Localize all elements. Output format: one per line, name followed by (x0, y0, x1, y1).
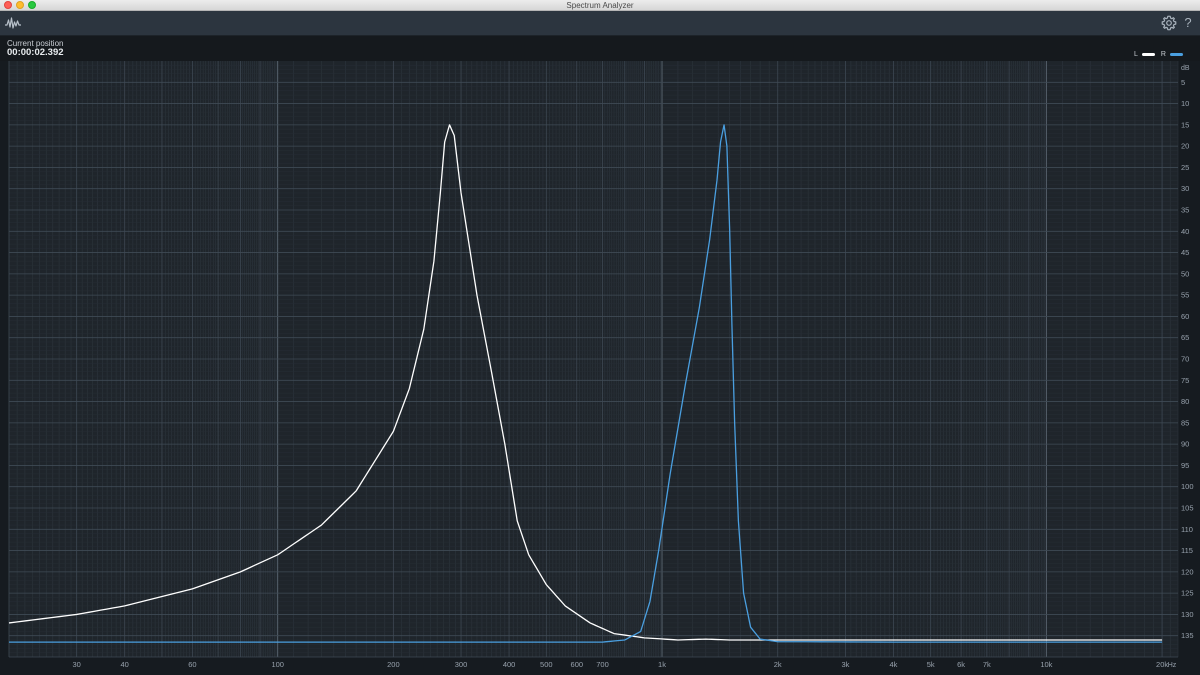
x-tick-label: 4k (889, 660, 897, 669)
y-tick-label: 65 (1181, 333, 1189, 342)
y-tick-label: 25 (1181, 163, 1189, 172)
x-tick-label: 60 (188, 660, 196, 669)
y-tick-label: 50 (1181, 269, 1189, 278)
x-tick-label: 2k (774, 660, 782, 669)
y-tick-label: 130 (1181, 610, 1194, 619)
y-tick-label: 120 (1181, 567, 1194, 576)
x-tick-label: 6k (957, 660, 965, 669)
x-tick-label: 40 (121, 660, 129, 669)
y-tick-label: 80 (1181, 397, 1189, 406)
y-tick-label: 85 (1181, 418, 1189, 427)
y-tick-label: 5 (1181, 78, 1185, 87)
y-unit-label: dB (1181, 65, 1190, 72)
y-tick-label: 45 (1181, 248, 1189, 257)
y-tick-label: 35 (1181, 206, 1189, 215)
y-tick-label: 40 (1181, 227, 1189, 236)
y-tick-label: 105 (1181, 504, 1194, 513)
x-tick-label: 100 (271, 660, 284, 669)
y-tick-label: 90 (1181, 440, 1189, 449)
y-tick-label: 70 (1181, 355, 1189, 364)
x-tick-label: 10k (1040, 660, 1052, 669)
x-tick-label: 600 (571, 660, 584, 669)
y-tick-label: 110 (1181, 525, 1193, 534)
x-tick-label: 400 (503, 660, 516, 669)
y-tick-label: 60 (1181, 312, 1189, 321)
x-unit-label: Hz (1168, 662, 1177, 669)
x-tick-label: 20k (1156, 660, 1168, 669)
y-tick-label: 10 (1181, 99, 1189, 108)
y-tick-label: 100 (1181, 482, 1194, 491)
y-tick-label: 95 (1181, 461, 1189, 470)
plot-left-margin (0, 61, 9, 657)
y-tick-label: 75 (1181, 376, 1189, 385)
x-tick-label: 30 (73, 660, 81, 669)
x-tick-label: 5k (927, 660, 935, 669)
y-tick-label: 20 (1181, 142, 1189, 151)
x-tick-label: 3k (841, 660, 849, 669)
x-tick-label: 1k (658, 660, 666, 669)
x-tick-label: 7k (983, 660, 991, 669)
y-tick-label: 30 (1181, 184, 1189, 193)
y-tick-label: 125 (1181, 589, 1194, 598)
y-tick-label: 115 (1181, 546, 1193, 555)
y-tick-label: 55 (1181, 291, 1189, 300)
x-tick-label: 500 (540, 660, 553, 669)
y-tick-label: 135 (1181, 631, 1194, 640)
x-tick-label: 200 (387, 660, 400, 669)
x-tick-label: 300 (455, 660, 468, 669)
spectrum-plot[interactable]: 30 40 60 100 200 300 400 500 600 700 1k 2k 3k 4k 5k 6k 7… (0, 0, 1200, 675)
y-tick-label: 15 (1181, 120, 1189, 129)
x-tick-label: 700 (596, 660, 609, 669)
